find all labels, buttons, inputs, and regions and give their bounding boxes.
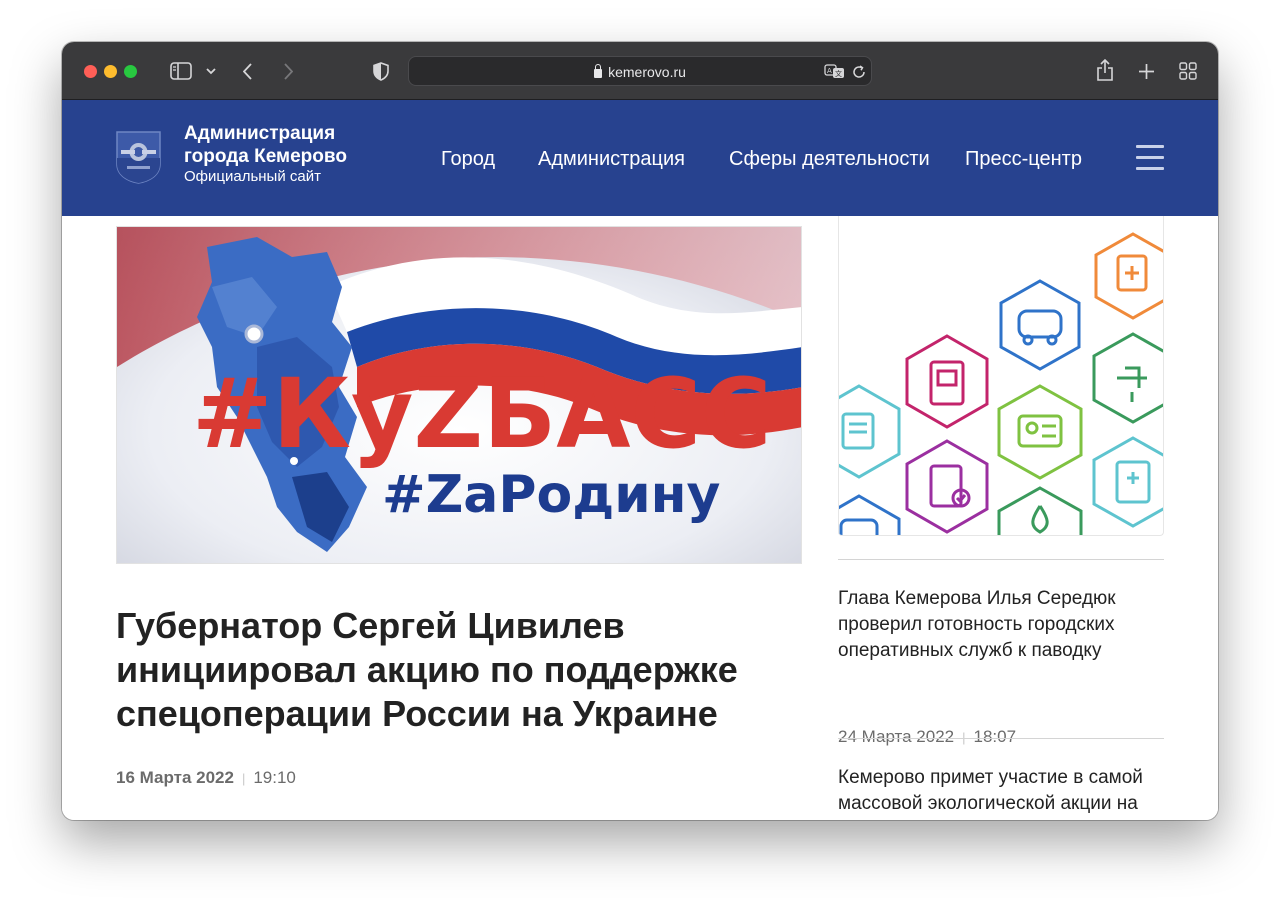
banner-zarodinu-text: #ZаРодину	[382, 465, 720, 525]
main-article-meta: 16 Марта 2022 | 19:10	[116, 768, 296, 787]
lock-icon	[594, 64, 603, 78]
main-article-title[interactable]: Губернатор Сергей Цивилев инициировал ак…	[116, 604, 776, 736]
tab-overview-icon[interactable]	[1178, 61, 1198, 81]
sidebar-news-meta: 24 Марта 2022|18:07	[838, 727, 1016, 747]
nav-item-administration[interactable]: Администрация	[538, 148, 685, 171]
browser-toolbar: kemerovo.ru A文	[62, 42, 1218, 100]
page-content: #КуZБАСС #ZаРодину Губернатор Сергей Цив…	[62, 216, 1218, 820]
new-tab-icon[interactable]	[1136, 61, 1156, 81]
zoom-window-button[interactable]	[124, 65, 137, 78]
browser-window: kemerovo.ru A文 Администрация города Кеме…	[62, 42, 1218, 820]
city-emblem-logo[interactable]	[115, 130, 162, 184]
share-icon[interactable]	[1095, 57, 1115, 83]
menu-icon[interactable]	[1136, 145, 1164, 171]
close-window-button[interactable]	[84, 65, 97, 78]
site-title-line1: Администрация	[184, 123, 336, 144]
site-title[interactable]: Администрация города Кемерово	[184, 122, 347, 168]
forward-icon[interactable]	[280, 61, 296, 81]
nav-item-press-center[interactable]: Пресс-центр	[965, 148, 1082, 171]
back-icon[interactable]	[240, 61, 256, 81]
sidebar-news-time: 18:07	[973, 727, 1017, 746]
services-icons-image[interactable]	[838, 216, 1164, 536]
chevron-down-icon[interactable]	[204, 64, 218, 78]
sidebar-divider	[838, 559, 1164, 560]
url-text: kemerovo.ru	[608, 64, 686, 80]
main-article-time: 19:10	[253, 768, 296, 787]
minimize-window-button[interactable]	[104, 65, 117, 78]
translate-icon[interactable]: A文	[823, 63, 845, 80]
address-bar[interactable]: kemerovo.ru A文	[408, 56, 872, 86]
reload-icon[interactable]	[850, 63, 867, 80]
sidebar-icon[interactable]	[170, 60, 192, 82]
site-subtitle: Официальный сайт	[184, 168, 321, 185]
sidebar-divider	[838, 738, 1164, 739]
svg-text:文: 文	[835, 69, 842, 78]
site-title-line2: города Кемерово	[184, 146, 347, 167]
main-article-date: 16 Марта 2022	[116, 768, 234, 787]
main-article-image[interactable]: #КуZБАСС #ZаРодину	[116, 226, 802, 564]
shield-icon[interactable]	[372, 60, 390, 82]
sidebar-news-date: 24 Марта 2022	[838, 727, 955, 746]
site-header: Администрация города Кемерово Официальны…	[62, 100, 1218, 216]
sidebar-news-title[interactable]: Кемерово примет участие в самой массовой…	[838, 765, 1164, 817]
svg-text:A: A	[827, 67, 832, 75]
nav-item-activities[interactable]: Сферы деятельности	[729, 148, 930, 171]
nav-item-city[interactable]: Город	[441, 148, 495, 171]
sidebar-news-title[interactable]: Глава Кемерова Илья Середюк проверил гот…	[838, 586, 1164, 664]
banner-kuzbass-text: #КуZБАСС	[192, 358, 771, 470]
